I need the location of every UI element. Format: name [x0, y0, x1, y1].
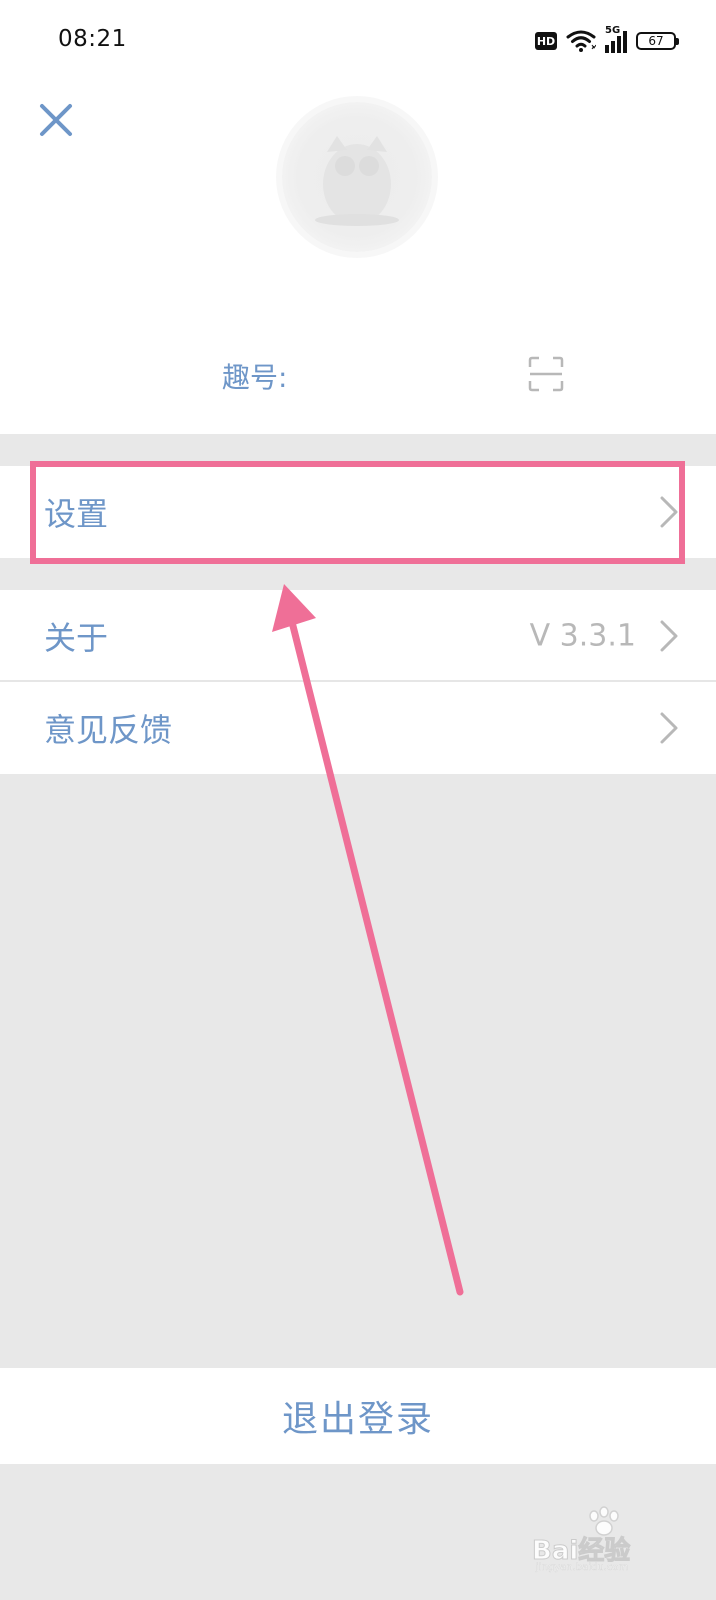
baidu-jingyan-watermark: Bai经验 jingyan.baidu.com	[531, 1506, 682, 1574]
battery-icon: 67	[636, 32, 679, 50]
hd-icon: HD	[535, 32, 557, 50]
wifi-icon	[566, 30, 596, 52]
menu-item-about[interactable]: 关于 V 3.3.1	[0, 590, 716, 682]
network-type: 5G	[605, 25, 621, 36]
watermark-subtext: jingyan.baidu.com	[536, 1562, 629, 1573]
status-bar: 08:21 HD 5G 67	[0, 0, 716, 84]
profile-header: 趣号:	[0, 84, 716, 434]
logout-button[interactable]: 退出登录	[0, 1368, 716, 1464]
avatar[interactable]	[282, 102, 432, 252]
chevron-right-icon	[660, 496, 678, 528]
scan-frame-icon[interactable]	[528, 356, 564, 392]
logout-label: 退出登录	[281, 1399, 434, 1440]
menu-item-settings[interactable]: 设置	[0, 466, 716, 558]
status-time: 08:21	[58, 26, 127, 52]
qid-label: 趣号:	[222, 361, 288, 394]
chevron-right-icon	[660, 712, 678, 744]
menu-item-feedback[interactable]: 意见反馈	[0, 682, 716, 774]
close-icon[interactable]	[36, 100, 76, 140]
5g-signal-icon: 5G	[605, 25, 627, 53]
menu-item-label: 关于	[44, 619, 109, 657]
chevron-right-icon	[660, 620, 678, 652]
menu-item-label: 设置	[44, 495, 109, 533]
owl-avatar-icon	[315, 136, 399, 226]
app-version: V 3.3.1	[529, 618, 636, 654]
menu-item-label: 意见反馈	[44, 711, 173, 749]
status-icons: HD 5G 67	[535, 25, 679, 54]
profile-drawer-screen: 08:21 HD 5G 67 趣号: 设置 关于 V 3.3.1 意见反馈 退出…	[0, 0, 716, 1600]
